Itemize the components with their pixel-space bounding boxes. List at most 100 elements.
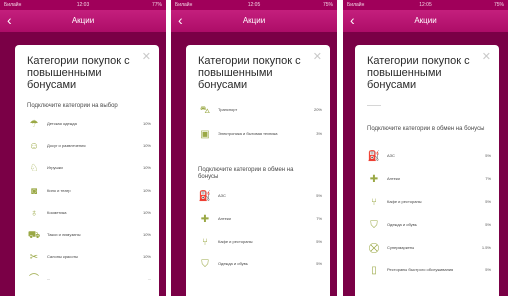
category-label: Аптеки [387,176,400,181]
category-percent: 7% [316,216,322,221]
clothes-icon: ⛉ [201,259,209,270]
category-percent: 5% [316,261,322,266]
clothes-icon: ⛉ [370,220,378,231]
category-row[interactable]: ⛟ Такси и лимузины 10% [27,230,151,244]
category-row[interactable]: ⛉ Одежда и обувь 5% [198,259,322,273]
category-row[interactable]: ◙ Кино и театр 10% [27,186,151,200]
category-label: Одежда и обувь [387,222,417,227]
category-percent: 20% [313,107,322,112]
battery-label: 75% [322,2,333,8]
category-row[interactable]: ☂ Детская одежда 10% [27,119,151,133]
section-exchange-header: Подключите категории в обмен на бонусы [198,167,294,180]
phone-screen-2: Билайн 12:05 75% ‹ Акции ✕ Категории пок… [171,0,337,296]
gas-station-icon: ⛽ [367,151,381,162]
beauty-salon-icon: ✂ [29,252,39,263]
status-time: 12:05 [419,2,432,8]
status-time: 12:05 [247,2,261,8]
category-percent: 10% [142,232,151,237]
category-percent: 7% [485,176,491,181]
modal-title: Категории покупок с повышенными бонусами [367,55,470,91]
modal-title: Категории покупок с повышенными бонусами [198,55,301,91]
category-percent: 10% [142,121,151,126]
category-row[interactable]: ⛽ АЗС 5% [198,191,322,205]
status-time: 12:03 [76,2,90,8]
supermarket-icon: ⛒ [368,243,380,254]
category-label: Кафе и рестораны [218,239,253,244]
category-label: Салоны красоты [47,254,79,259]
category-label: Электроника и бытовая техника [218,131,278,136]
status-bar: Билайн 12:05 75% [171,0,337,10]
nav-bar: ‹ Акции [171,10,337,32]
category-percent: ... [147,276,151,281]
category-row[interactable]: ⛍ Транспорт 20% [198,105,322,119]
section-exchange-header: Подключите категории в обмен на бонусы [367,126,485,132]
fast-food-icon: ▯ [371,265,377,276]
category-row[interactable]: ⛉ Одежда и обувь 5% [367,220,491,234]
category-row[interactable]: ⑂ Кафе и рестораны 5% [367,197,491,211]
restaurant-icon: ⑂ [371,197,377,208]
category-label: Транспорт [218,107,238,112]
category-percent: 1.5% [481,245,491,250]
category-label: Супермаркеты [387,245,415,250]
toys-icon: ♘ [29,163,39,174]
categories-modal: ✕ Категории покупок с повышенными бонуса… [15,45,159,296]
category-label: Детская одежда [47,121,77,126]
transport-icon: ⛍ [199,105,211,116]
category-row[interactable]: ♁ Косметика 10% [27,208,151,222]
category-label: Аптеки [218,216,231,221]
category-label: ... [47,276,51,281]
battery-label: 77% [151,2,162,8]
category-percent: 3% [316,131,322,136]
status-bar: Билайн 12:05 75% [343,0,508,10]
category-percent: 10% [142,188,151,193]
divider [367,105,381,106]
nav-bar: ‹ Акции [343,10,508,32]
category-row[interactable]: ✚ Аптеки 7% [198,214,322,228]
modal-title: Категории покупок с повышенными бонусами [27,55,130,91]
electronics-icon: ▣ [200,129,210,140]
phone-screen-1: Билайн 12:03 77% ‹ Акции ✕ Категории пок… [0,0,166,296]
categories-modal: ✕ Категории покупок с повышенными бонуса… [186,45,330,296]
pharmacy-icon: ✚ [369,174,379,185]
category-row[interactable]: ⛒ Супермаркеты 1.5% [367,243,491,257]
category-percent: 10% [142,210,151,215]
category-percent: 5% [316,193,322,198]
page-title: Акции [414,16,437,25]
section-choose-header: Подключите категории на выбор [27,103,118,109]
category-label: Досуг и развлечения [47,143,86,148]
category-label: Одежда и обувь [218,261,248,266]
restaurant-icon: ⑂ [202,237,208,248]
status-bar: Билайн 12:03 77% [0,0,166,10]
categories-modal: ✕ Категории покупок с повышенными бонуса… [355,45,499,296]
phone-screen-3: Билайн 12:05 75% ‹ Акции ✕ Категории пок… [343,0,508,296]
category-row[interactable]: ⛽ АЗС 5% [367,151,491,165]
category-row[interactable]: ⑂ Кафе и рестораны 5% [198,237,322,251]
category-label: Рестораны быстрого обслуживания [387,267,454,272]
category-percent: 10% [142,165,151,170]
category-percent: 5% [485,267,491,272]
category-percent: 5% [316,239,322,244]
taxi-icon: ⛟ [27,230,41,241]
category-row[interactable]: ✂ Салоны красоты 10% [27,252,151,266]
pharmacy-icon: ✚ [200,214,210,225]
category-label: АЗС [387,153,395,158]
battery-label: 75% [493,2,504,8]
category-row[interactable]: ▯ Рестораны быстрого обслуживания 5% [367,265,491,279]
nav-bar: ‹ Акции [0,10,166,32]
scroll-fade [355,284,499,296]
cinema-icon: ◙ [30,186,38,197]
page-title: Акции [71,16,95,25]
category-percent: 10% [142,143,151,148]
category-row[interactable]: ✚ Аптеки 7% [367,174,491,188]
category-label: Кино и театр [47,188,71,193]
category-row[interactable]: ▣ Электроника и бытовая техника 3% [198,129,322,143]
category-label: Игрушки [47,165,63,170]
leisure-icon: ☺ [28,141,40,152]
category-row[interactable]: ☺ Досуг и развлечения 10% [27,141,151,155]
category-row[interactable]: ♘ Игрушки 10% [27,163,151,177]
scroll-fade [15,284,159,296]
category-percent: 5% [485,222,491,227]
scroll-fade [186,284,330,296]
category-percent: 10% [142,254,151,259]
cosmetics-icon: ♁ [30,208,38,219]
